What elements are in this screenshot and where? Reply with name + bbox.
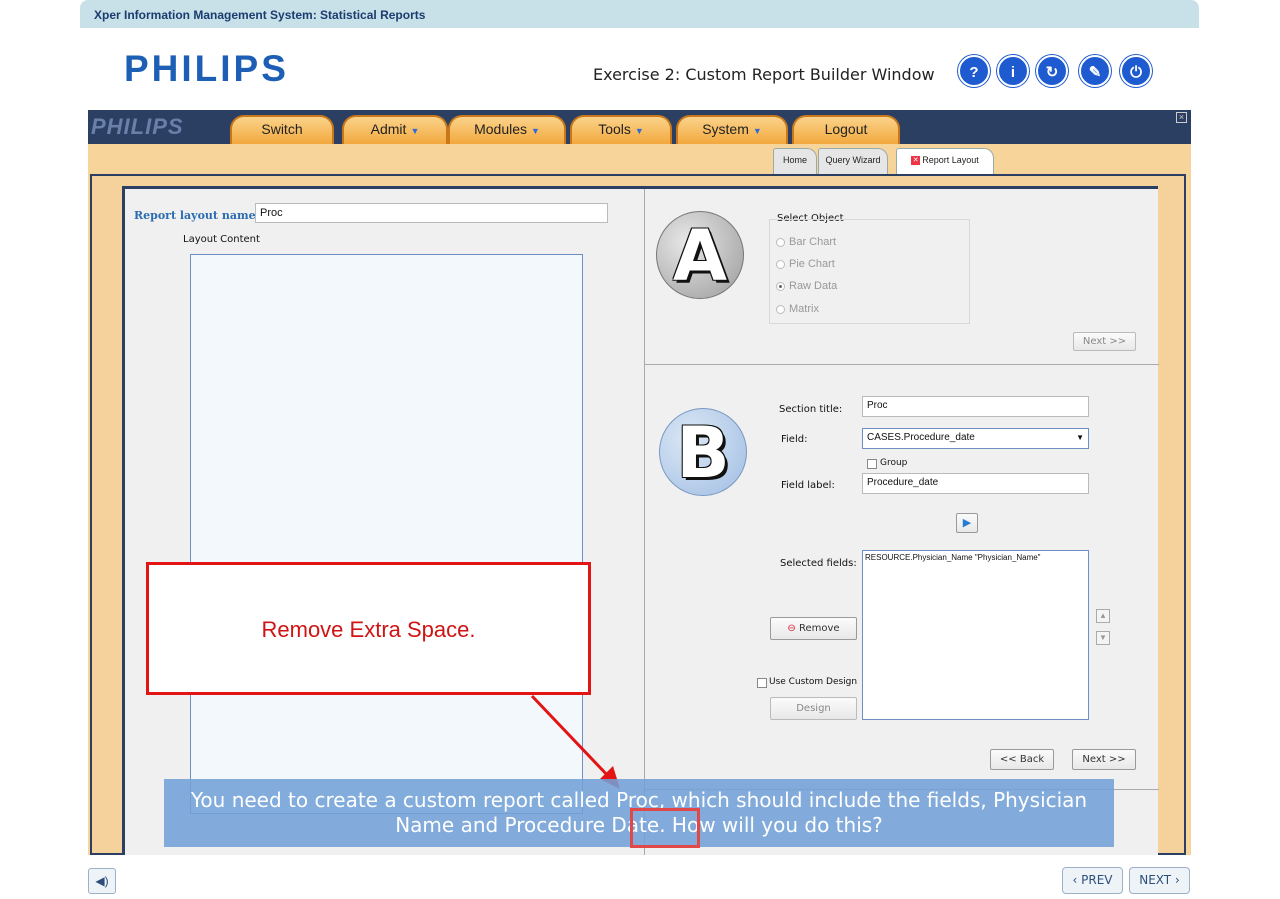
menu-system[interactable]: System ▼ xyxy=(676,115,788,144)
field-select[interactable]: CASES.Procedure_date ▼ xyxy=(862,428,1089,449)
refresh-icon[interactable]: ↻ xyxy=(1036,55,1068,87)
app-window: PHILIPS Switch Admit ▼ Modules ▼ Tools ▼ Sy… xyxy=(88,110,1191,860)
chevron-down-icon: ▼ xyxy=(1076,433,1084,442)
select-object-group: Bar Chart Pie Chart Raw Data Matrix xyxy=(769,219,970,324)
selected-fields-list[interactable]: RESOURCE.Physician_Name "Physician_Name" xyxy=(862,550,1089,720)
report-layout-name-label: Report layout name: xyxy=(134,209,260,222)
window-titlebar: Xper Information Management System: Stat… xyxy=(80,0,1199,28)
power-icon[interactable]: ⏻ xyxy=(1120,55,1152,87)
remove-button-label: Remove xyxy=(798,623,840,634)
menu-modules[interactable]: Modules ▼ xyxy=(448,115,566,144)
field-label-input[interactable]: Procedure_date xyxy=(862,473,1089,494)
section-a: A Select Object Bar Chart Pie Chart Raw … xyxy=(645,189,1159,365)
radio-raw-data-label: Raw Data xyxy=(789,280,838,292)
compass-icon[interactable]: ✎ xyxy=(1079,55,1111,87)
section-a-next-button[interactable]: Next >> xyxy=(1073,332,1136,351)
radio-matrix-label: Matrix xyxy=(789,303,819,315)
design-button[interactable]: Design xyxy=(770,697,857,720)
tab-report-layout-label: Report Layout xyxy=(922,155,979,165)
menu-admit-label: Admit xyxy=(370,121,407,137)
section-b: B Section title: Proc Field: CASES.Proce… xyxy=(645,366,1159,790)
chevron-left-icon: ‹ xyxy=(1072,873,1082,887)
next-button[interactable]: NEXT › xyxy=(1129,867,1190,894)
layout-content-box[interactable] xyxy=(190,254,583,814)
help-icon[interactable]: ? xyxy=(958,55,990,87)
selected-fields-label: Selected fields: xyxy=(780,558,857,569)
layout-pane: Report layout name: Proc Layout Content xyxy=(125,189,644,860)
radio-matrix[interactable]: Matrix xyxy=(776,303,819,315)
section-title-input[interactable]: Proc xyxy=(862,396,1089,417)
app-logo: PHILIPS xyxy=(91,114,184,139)
radio-icon xyxy=(776,237,785,247)
menubar: PHILIPS Switch Admit ▼ Modules ▼ Tools ▼ Sy… xyxy=(88,110,1191,144)
move-up-icon[interactable]: ▲ xyxy=(1096,609,1110,623)
chevron-down-icon: ▼ xyxy=(410,126,420,136)
use-custom-design-label: Use Custom Design xyxy=(769,677,858,687)
section-a-badge: A xyxy=(656,211,744,299)
content-area: Report layout name: Proc Layout Content … xyxy=(90,174,1186,860)
remove-button[interactable]: ⊖ Remove xyxy=(770,617,857,640)
next-button-label: NEXT xyxy=(1139,873,1172,887)
group-checkbox[interactable] xyxy=(867,459,877,469)
radio-raw-data[interactable]: Raw Data xyxy=(776,280,837,292)
report-builder-panel: Report layout name: Proc Layout Content … xyxy=(122,186,1159,860)
use-custom-design-checkbox[interactable] xyxy=(757,678,767,688)
radio-icon xyxy=(776,304,785,314)
menu-logout[interactable]: Logout xyxy=(792,115,900,144)
menu-tools-label: Tools xyxy=(598,121,631,137)
menu-switch[interactable]: Switch xyxy=(230,115,334,144)
field-label: Field: xyxy=(781,434,808,445)
menu-switch-label: Switch xyxy=(261,121,303,137)
philips-logo: PHILIPS xyxy=(124,48,289,89)
subtab-bar: Home Query Wizard ✕ Report Layout xyxy=(88,144,1191,174)
group-checkbox-label: Group xyxy=(880,458,908,468)
menu-admit[interactable]: Admit ▼ xyxy=(342,115,448,144)
chevron-down-icon: ▼ xyxy=(752,126,762,136)
menu-logout-label: Logout xyxy=(824,121,868,137)
layout-content-label: Layout Content xyxy=(183,234,260,245)
radio-bar-chart[interactable]: Bar Chart xyxy=(776,236,836,248)
exercise-title: Exercise 2: Custom Report Builder Window xyxy=(593,65,935,84)
menu-tools[interactable]: Tools ▼ xyxy=(570,115,672,144)
radio-bar-chart-label: Bar Chart xyxy=(789,236,837,248)
tab-query-wizard[interactable]: Query Wizard xyxy=(818,148,888,174)
prev-button[interactable]: ‹ PREV xyxy=(1062,867,1123,894)
course-header: PHILIPS Exercise 2: Custom Report Builde… xyxy=(88,28,1191,110)
close-icon[interactable]: × xyxy=(1176,112,1187,123)
radio-icon xyxy=(776,259,785,269)
section-b-next-button[interactable]: Next >> xyxy=(1072,749,1136,770)
builder-pane: A Select Object Bar Chart Pie Chart Raw … xyxy=(644,189,1159,860)
radio-pie-chart[interactable]: Pie Chart xyxy=(776,258,835,270)
field-select-value: CASES.Procedure_date xyxy=(867,432,975,443)
player-footer: ◀) ‹ PREV NEXT › xyxy=(80,855,1200,899)
prev-button-label: PREV xyxy=(1081,873,1113,887)
tab-home[interactable]: Home xyxy=(773,148,817,174)
tab-home-label: Home xyxy=(782,155,807,165)
click-hotspot[interactable] xyxy=(630,808,700,848)
info-icon[interactable]: i xyxy=(997,55,1029,87)
add-field-icon[interactable]: ▶ xyxy=(956,513,978,533)
menu-system-label: System xyxy=(702,121,749,137)
chevron-down-icon: ▼ xyxy=(634,126,644,136)
section-title-label: Section title: xyxy=(779,404,843,415)
tab-query-wizard-label: Query Wizard xyxy=(825,155,881,165)
instruction-callout: Remove Extra Space. xyxy=(146,562,591,695)
radio-pie-chart-label: Pie Chart xyxy=(789,258,835,270)
close-tab-icon[interactable]: ✕ xyxy=(911,156,921,166)
report-layout-name-input[interactable]: Proc xyxy=(255,203,608,223)
field-label-label: Field label: xyxy=(781,480,835,491)
instruction-callout-text: Remove Extra Space. xyxy=(261,617,476,642)
speaker-icon[interactable]: ◀) xyxy=(88,868,116,894)
back-button[interactable]: << Back xyxy=(990,749,1054,770)
chevron-down-icon: ▼ xyxy=(531,126,540,136)
window-title: Xper Information Management System: Stat… xyxy=(94,8,426,22)
move-down-icon[interactable]: ▼ xyxy=(1096,631,1110,645)
chevron-right-icon: › xyxy=(1171,873,1180,887)
menu-modules-label: Modules xyxy=(474,121,527,137)
remove-icon: ⊖ xyxy=(787,623,796,634)
radio-selected-icon xyxy=(776,281,785,291)
tab-report-layout[interactable]: ✕ Report Layout xyxy=(896,148,994,174)
section-b-badge: B xyxy=(659,408,747,496)
